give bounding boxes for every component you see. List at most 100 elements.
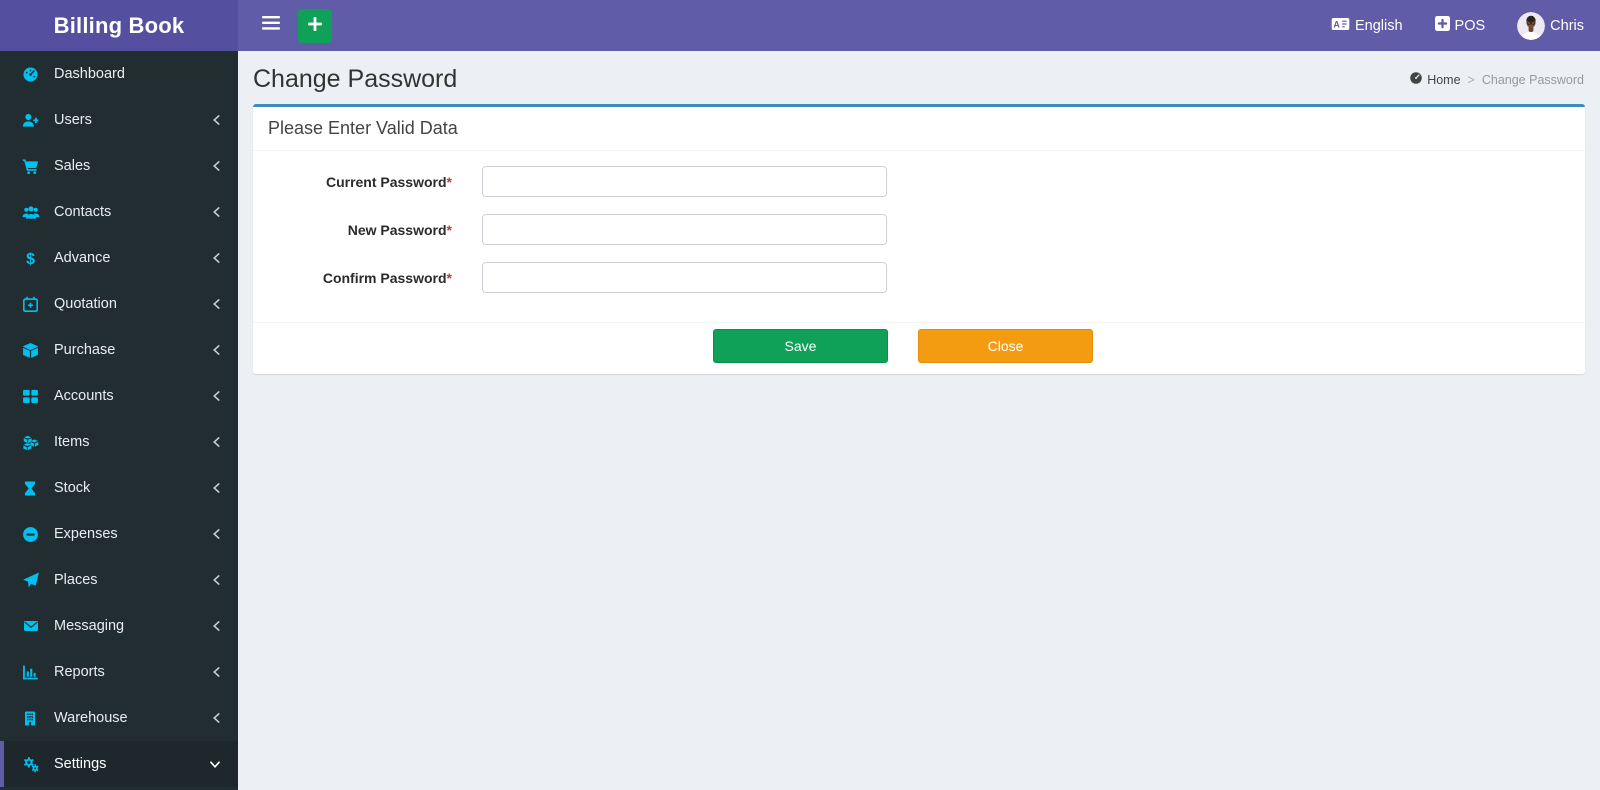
grid-icon bbox=[22, 388, 41, 405]
required-asterisk: * bbox=[446, 221, 452, 238]
card-title: Please Enter Valid Data bbox=[268, 118, 458, 138]
dashboard-gauge-icon bbox=[1409, 71, 1423, 88]
sidebar-item-label: Sales bbox=[54, 158, 91, 174]
sidebar-item-label: Messaging bbox=[54, 618, 125, 634]
chevron-left-icon bbox=[211, 665, 222, 679]
sidebar: Dashboard Users Sales Contacts $ Advance… bbox=[0, 51, 238, 790]
sidebar-item-items[interactable]: Items bbox=[0, 419, 238, 465]
chevron-left-icon bbox=[211, 711, 222, 725]
user-menu[interactable]: Chris bbox=[1517, 11, 1584, 40]
chevron-left-icon bbox=[211, 573, 222, 587]
chevron-down-icon bbox=[208, 759, 222, 770]
top-header: Billing Book A English POS Chris bbox=[0, 0, 1600, 51]
sidebar-item-label: Users bbox=[54, 112, 92, 128]
building-icon bbox=[22, 710, 41, 727]
navbar-right: A English POS Chris bbox=[1331, 11, 1586, 40]
breadcrumb-separator: > bbox=[1467, 72, 1475, 87]
chevron-left-icon bbox=[211, 343, 222, 357]
chevron-left-icon bbox=[211, 113, 222, 127]
form-field-row: Confirm Password* bbox=[263, 262, 1585, 293]
cubes-icon bbox=[22, 434, 41, 451]
sidebar-item-label: Contacts bbox=[54, 204, 112, 220]
sidebar-item-label: Items bbox=[54, 434, 90, 450]
sidebar-item-warehouse[interactable]: Warehouse bbox=[0, 695, 238, 741]
sidebar-item-reports[interactable]: Reports bbox=[0, 649, 238, 695]
dashboard-icon bbox=[22, 66, 41, 83]
cart-icon bbox=[22, 158, 41, 175]
field-label: Current Password* bbox=[325, 173, 452, 190]
breadcrumb-current: Change Password bbox=[1481, 72, 1584, 87]
card-header: Please Enter Valid Data bbox=[253, 107, 1585, 151]
envelope-icon bbox=[22, 618, 41, 634]
form-field-row: Current Password* bbox=[263, 166, 1585, 197]
paper-plane-icon bbox=[22, 572, 41, 589]
minus-circle-icon bbox=[22, 526, 41, 543]
sidebar-item-accounts[interactable]: Accounts bbox=[0, 373, 238, 419]
chevron-left-icon bbox=[211, 435, 222, 449]
sidebar-item-dashboard[interactable]: Dashboard bbox=[0, 51, 238, 97]
sidebar-item-label: Stock bbox=[54, 480, 91, 496]
confirm-password-input[interactable] bbox=[482, 262, 887, 293]
breadcrumb-home-label: Home bbox=[1427, 72, 1461, 87]
dollar-icon: $ bbox=[22, 250, 41, 267]
sidebar-item-advance[interactable]: $ Advance bbox=[0, 235, 238, 281]
sidebar-item-stock[interactable]: Stock bbox=[0, 465, 238, 511]
button-row: Save Close bbox=[713, 329, 1573, 363]
sidebar-menu: Dashboard Users Sales Contacts $ Advance… bbox=[0, 51, 238, 787]
breadcrumb: Home > Change Password bbox=[1409, 71, 1584, 88]
chevron-left-icon bbox=[211, 527, 222, 541]
chevron-left-icon bbox=[211, 297, 222, 311]
sidebar-item-label: Advance bbox=[54, 250, 111, 266]
card-footer: Save Close bbox=[253, 322, 1585, 374]
chevron-left-icon bbox=[211, 481, 222, 495]
close-button[interactable]: Close bbox=[918, 329, 1093, 363]
users-icon bbox=[22, 204, 41, 221]
sidebar-item-label: Settings bbox=[54, 756, 107, 772]
sidebar-item-label: Accounts bbox=[54, 388, 114, 404]
pos-menu[interactable]: POS bbox=[1434, 16, 1486, 35]
page-title: Change Password bbox=[253, 65, 458, 93]
sidebar-item-quotation[interactable]: Quotation bbox=[0, 281, 238, 327]
svg-text:$: $ bbox=[26, 251, 35, 267]
card-body: Current Password* New Password* Confirm … bbox=[253, 151, 1585, 322]
brand-title: Billing Book bbox=[53, 12, 185, 38]
chevron-left-icon bbox=[211, 619, 222, 633]
plus-square-icon bbox=[1434, 16, 1450, 35]
sidebar-item-purchase[interactable]: Purchase bbox=[0, 327, 238, 373]
pos-label: POS bbox=[1454, 17, 1486, 34]
gears-icon bbox=[22, 756, 41, 773]
change-password-card: Please Enter Valid Data Current Password… bbox=[253, 104, 1585, 374]
sidebar-item-users[interactable]: Users bbox=[0, 97, 238, 143]
hamburger-icon bbox=[262, 16, 280, 35]
sidebar-item-label: Warehouse bbox=[54, 710, 128, 726]
sidebar-item-label: Places bbox=[54, 572, 98, 588]
language-label: English bbox=[1354, 17, 1403, 34]
save-button[interactable]: Save bbox=[713, 329, 888, 363]
sidebar-item-label: Reports bbox=[54, 664, 105, 680]
sidebar-item-contacts[interactable]: Contacts bbox=[0, 189, 238, 235]
quick-add-button[interactable] bbox=[298, 8, 332, 43]
sidebar-item-messaging[interactable]: Messaging bbox=[0, 603, 238, 649]
user-name: Chris bbox=[1550, 17, 1584, 34]
sidebar-item-label: Quotation bbox=[54, 296, 117, 312]
chevron-left-icon bbox=[211, 389, 222, 403]
user-plus-icon bbox=[22, 112, 41, 129]
sidebar-item-label: Purchase bbox=[54, 342, 116, 358]
sidebar-item-settings[interactable]: Settings bbox=[0, 741, 238, 787]
sidebar-item-expenses[interactable]: Expenses bbox=[0, 511, 238, 557]
required-asterisk: * bbox=[446, 269, 452, 286]
calendar-plus-icon bbox=[22, 296, 41, 313]
language-menu[interactable]: A English bbox=[1331, 16, 1403, 36]
cube-icon bbox=[22, 342, 41, 359]
sidebar-item-places[interactable]: Places bbox=[0, 557, 238, 603]
current-password-input[interactable] bbox=[482, 166, 887, 197]
breadcrumb-home-link[interactable]: Home bbox=[1409, 71, 1461, 88]
sidebar-toggle-button[interactable] bbox=[252, 10, 290, 41]
form-field-row: New Password* bbox=[263, 214, 1585, 245]
new-password-input[interactable] bbox=[482, 214, 887, 245]
sidebar-item-sales[interactable]: Sales bbox=[0, 143, 238, 189]
field-label: New Password* bbox=[347, 221, 452, 238]
brand-logo[interactable]: Billing Book bbox=[0, 0, 238, 51]
chevron-left-icon bbox=[211, 205, 222, 219]
top-navbar: A English POS Chris bbox=[238, 0, 1600, 51]
